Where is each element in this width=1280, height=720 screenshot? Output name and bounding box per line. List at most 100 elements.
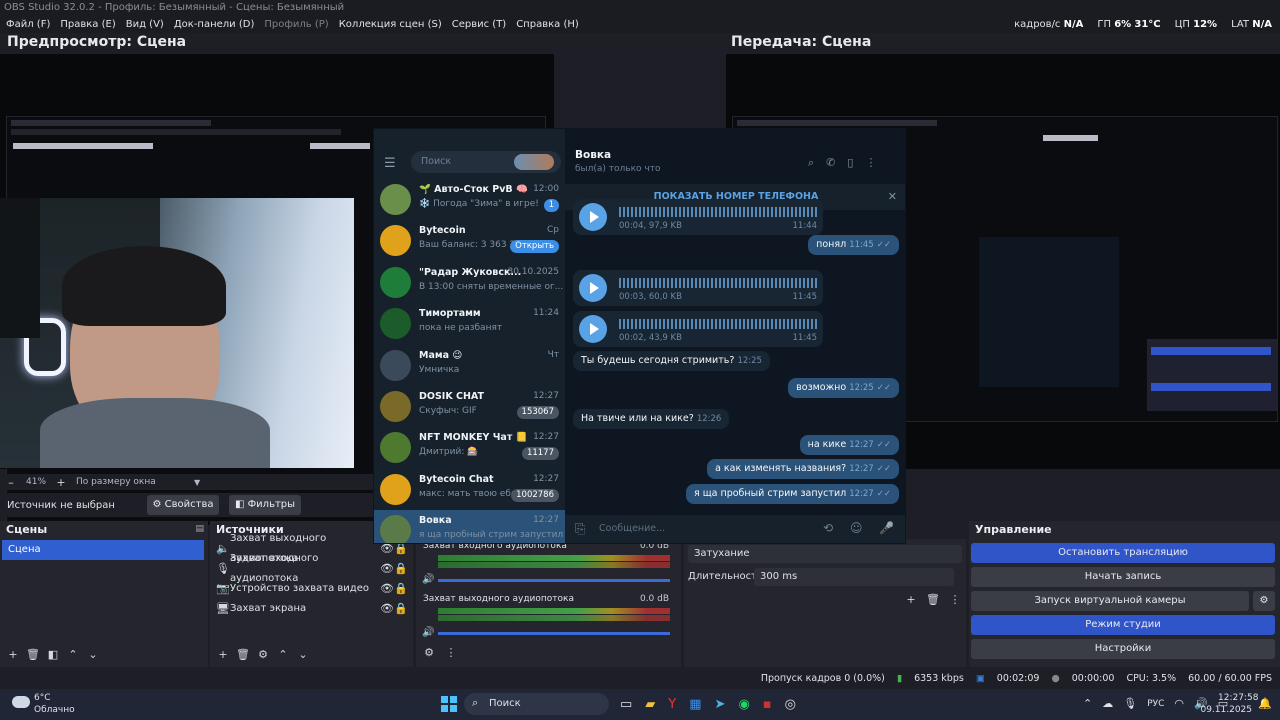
notification-icon[interactable]: 🔔 xyxy=(1258,697,1272,710)
voice-message[interactable]: 00:04, 97,9 KB 11:44 xyxy=(573,199,823,235)
start-record-button[interactable]: Начать запись xyxy=(971,567,1275,587)
properties-button[interactable]: ⚙ Свойства xyxy=(147,495,219,515)
volume-slider[interactable] xyxy=(438,579,670,582)
virtual-camera-button[interactable]: Запуск виртуальной камеры xyxy=(971,591,1249,611)
chat-list-item[interactable]: 🌱 Авто-Сток PvB 🧠 ❄️ Погода "Зима" в игре… xyxy=(374,179,565,220)
more-icon[interactable]: ⋮ xyxy=(444,645,458,659)
play-icon[interactable] xyxy=(579,203,607,231)
message-bubble[interactable]: Ты будешь сегодня стримить? 12:25 xyxy=(573,351,770,371)
add-icon[interactable]: + xyxy=(904,592,918,606)
chat-list-item[interactable]: NFT MONKEY Чат 📒 Дмитрий: 🎰 12:27 11177 xyxy=(374,427,565,468)
menu-view[interactable]: Вид (V) xyxy=(126,19,164,30)
language-indicator[interactable]: РУС xyxy=(1147,699,1164,709)
menu-profile[interactable]: Профиль (P) xyxy=(264,19,328,30)
app-icon[interactable]: ▪ xyxy=(763,697,772,712)
stop-stream-button[interactable]: Остановить трансляцию xyxy=(971,543,1275,563)
yandex-browser-icon[interactable]: Y xyxy=(668,697,676,712)
volume-slider[interactable] xyxy=(438,632,670,635)
menu-edit[interactable]: Правка (E) xyxy=(60,19,115,30)
gear-icon[interactable]: ⚙ xyxy=(256,647,270,661)
more-icon[interactable]: ⋮ xyxy=(948,592,962,606)
obs-icon[interactable]: ◎ xyxy=(785,697,796,712)
source-item[interactable]: 🖥 Захват экрана 👁 🔒 xyxy=(210,599,413,619)
source-item[interactable]: 🎙 Захват входного аудиопотока 👁 🔒 xyxy=(210,553,413,584)
dock-menu-icon[interactable]: ▤ xyxy=(195,524,204,534)
message-input[interactable]: Сообщение... xyxy=(599,523,665,534)
message-bubble[interactable]: я ща пробный стрим запустил 12:27 ✓✓ xyxy=(685,484,899,504)
chat-list-item[interactable]: Вовка я ща пробный стрим запустил 12:27 xyxy=(374,510,565,543)
clock-time[interactable]: 12:27:58 xyxy=(1218,693,1258,703)
arrow-up-icon[interactable]: ⌃ xyxy=(276,647,290,661)
close-icon[interactable]: ✕ xyxy=(888,190,897,203)
lock-icon[interactable]: 🔒 xyxy=(394,602,408,616)
filters-button[interactable]: ◧ Фильтры xyxy=(229,495,301,515)
gear-icon[interactable]: ⚙ xyxy=(1253,591,1275,611)
message-bubble[interactable]: возможно 12:25 ✓✓ xyxy=(788,378,899,398)
windows-start-icon[interactable] xyxy=(441,696,457,712)
attach-icon[interactable]: ⎘ xyxy=(575,522,585,537)
transition-select[interactable]: Затухание xyxy=(688,545,962,563)
message-bubble[interactable]: На твиче или на кике? 12:26 xyxy=(573,409,730,429)
scene-item[interactable]: Сцена xyxy=(2,540,204,560)
trash-icon[interactable]: 🗑 xyxy=(926,592,940,606)
lock-icon[interactable]: 🔒 xyxy=(394,582,408,596)
studio-mode-button[interactable]: Режим студии xyxy=(971,615,1275,635)
chat-list-item[interactable]: Мама 😉 Умничка Чт xyxy=(374,345,565,386)
phone-icon[interactable]: ✆ xyxy=(826,156,835,170)
voice-message[interactable]: 00:02, 43,9 KB 11:45 xyxy=(573,311,823,347)
chat-list-item[interactable]: Тимортамм пока не разбанят 11:24 xyxy=(374,303,565,344)
speaker-icon[interactable]: 🔊 xyxy=(422,627,434,638)
cloud-icon[interactable]: ☁ xyxy=(1102,697,1113,710)
wifi-icon[interactable]: ◠ xyxy=(1174,697,1184,710)
lock-icon[interactable]: 🔒 xyxy=(394,562,408,576)
play-icon[interactable] xyxy=(579,315,607,343)
bot-commands-icon[interactable]: ⟲ xyxy=(823,521,833,535)
zoom-out-icon[interactable]: – xyxy=(4,475,18,489)
whatsapp-icon[interactable]: ◉ xyxy=(738,697,749,712)
microphone-icon[interactable]: 🎤 xyxy=(879,521,894,535)
chevron-down-icon[interactable]: ▼ xyxy=(194,478,200,487)
stories-avatars[interactable] xyxy=(514,154,554,170)
eye-icon[interactable]: 👁 xyxy=(380,542,394,556)
trash-icon[interactable]: 🗑 xyxy=(236,647,250,661)
chat-list-item[interactable]: Bytecoin Ваш баланс: 3 363 2... Ср Открыть xyxy=(374,220,565,261)
filter-icon[interactable]: ◧ xyxy=(46,647,60,661)
speaker-icon[interactable]: 🔊 xyxy=(422,574,434,585)
play-icon[interactable] xyxy=(579,274,607,302)
duration-input[interactable]: 300 ms xyxy=(754,568,954,586)
taskbar-search[interactable]: ⌕ Поиск xyxy=(464,693,609,715)
mic-tray-icon[interactable]: 🎙 xyxy=(1123,697,1137,710)
add-icon[interactable]: + xyxy=(216,647,230,661)
menu-file[interactable]: Файл (F) xyxy=(6,19,50,30)
zoom-in-icon[interactable]: + xyxy=(54,475,68,489)
settings-button[interactable]: Настройки xyxy=(971,639,1275,659)
store-icon[interactable]: ▦ xyxy=(689,697,701,712)
eye-icon[interactable]: 👁 xyxy=(380,582,394,596)
hamburger-icon[interactable]: ☰ xyxy=(384,156,396,171)
chat-list-item[interactable]: "Радар Жуковск... В 13:00 сняты временные… xyxy=(374,262,565,303)
add-icon[interactable]: + xyxy=(6,647,20,661)
message-bubble[interactable]: на кике 12:27 ✓✓ xyxy=(799,435,899,455)
gear-icon[interactable]: ⚙ xyxy=(422,645,436,659)
chat-list-item[interactable]: DOSIK CHAT Скуфыч: GIF 12:27 153067 xyxy=(374,386,565,427)
menu-tools[interactable]: Сервис (T) xyxy=(452,19,506,30)
task-view-icon[interactable]: ▭ xyxy=(620,697,632,712)
voice-message[interactable]: 00:03, 60,0 KB 11:45 xyxy=(573,270,823,306)
trash-icon[interactable]: 🗑 xyxy=(26,647,40,661)
zoom-fit-select[interactable]: По размеру окна xyxy=(76,477,186,487)
eye-icon[interactable]: 👁 xyxy=(380,562,394,576)
clock-date[interactable]: 09.11.2025 xyxy=(1200,705,1252,715)
search-icon[interactable]: ⌕ xyxy=(808,156,814,170)
chevron-up-icon[interactable]: ⌃ xyxy=(1083,697,1092,710)
source-item[interactable]: 📷 Устройство захвата видео 👁 🔒 xyxy=(210,579,413,599)
sidebar-toggle-icon[interactable]: ▯ xyxy=(847,156,853,170)
eye-icon[interactable]: 👁 xyxy=(380,602,394,616)
more-icon[interactable]: ⋮ xyxy=(865,156,876,170)
arrow-up-icon[interactable]: ⌃ xyxy=(66,647,80,661)
telegram-icon[interactable]: ➤ xyxy=(715,697,726,712)
weather-icon[interactable] xyxy=(12,696,30,708)
menu-docks[interactable]: Док-панели (D) xyxy=(174,19,255,30)
emoji-icon[interactable]: ☺ xyxy=(850,521,863,535)
message-bubble[interactable]: а как изменять названия? 12:27 ✓✓ xyxy=(707,459,899,479)
message-bubble[interactable]: понял 11:45 ✓✓ xyxy=(808,235,899,255)
